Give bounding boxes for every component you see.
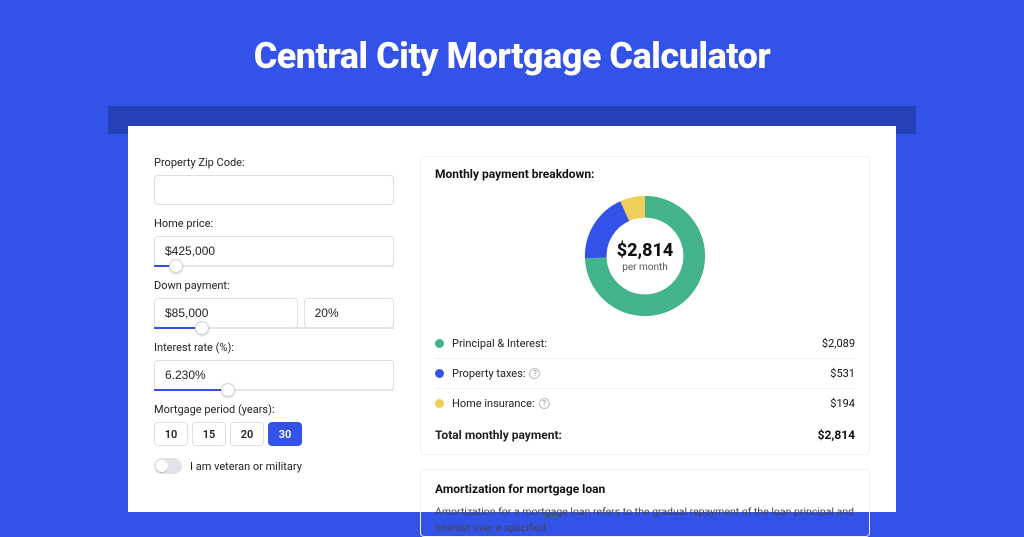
- zip-field: Property Zip Code:: [154, 156, 394, 205]
- legend-row: Property taxes:? $531: [435, 359, 855, 389]
- breakdown-card: Monthly payment breakdown: $2,814 per mo…: [420, 156, 870, 455]
- legend-dot: [435, 339, 444, 348]
- donut-sub: per month: [622, 262, 668, 273]
- slider-thumb[interactable]: [195, 321, 209, 335]
- zip-label: Property Zip Code:: [154, 156, 394, 169]
- down-payment-slider[interactable]: [154, 327, 394, 329]
- total-value: $2,814: [818, 428, 855, 442]
- mortgage-period-label: Mortgage period (years):: [154, 403, 394, 416]
- legend-row: Home insurance:? $194: [435, 389, 855, 418]
- donut-chart-wrap: $2,814 per month: [435, 191, 855, 321]
- home-price-slider[interactable]: [154, 265, 394, 267]
- mortgage-period-field: Mortgage period (years): 10152030: [154, 403, 394, 446]
- down-payment-percent-input[interactable]: [304, 298, 394, 328]
- info-icon[interactable]: ?: [539, 398, 550, 409]
- period-30-button[interactable]: 30: [268, 422, 302, 446]
- amortization-text: Amortization for a mortgage loan refers …: [435, 504, 855, 536]
- down-payment-label: Down payment:: [154, 279, 394, 292]
- amortization-title: Amortization for mortgage loan: [435, 482, 855, 496]
- inputs-column: Property Zip Code: Home price: Down paym…: [154, 156, 394, 512]
- donut-amount: $2,814: [617, 240, 674, 261]
- legend-label: Principal & Interest:: [452, 337, 547, 350]
- legend-row: Principal & Interest: $2,089: [435, 329, 855, 359]
- home-price-label: Home price:: [154, 217, 394, 230]
- breakdown-title: Monthly payment breakdown:: [435, 167, 855, 181]
- legend-value: $531: [830, 367, 855, 380]
- breakdown-legend: Principal & Interest: $2,089 Property taxe…: [435, 329, 855, 418]
- legend-label: Home insurance:: [452, 397, 535, 410]
- home-price-input[interactable]: [154, 236, 394, 266]
- period-20-button[interactable]: 20: [230, 422, 264, 446]
- total-row: Total monthly payment: $2,814: [435, 418, 855, 448]
- interest-rate-input[interactable]: [154, 360, 394, 390]
- veteran-label: I am veteran or military: [190, 460, 302, 473]
- down-payment-field: Down payment:: [154, 279, 394, 329]
- slider-thumb[interactable]: [169, 259, 183, 273]
- home-price-field: Home price:: [154, 217, 394, 267]
- interest-rate-label: Interest rate (%):: [154, 341, 394, 354]
- period-10-button[interactable]: 10: [154, 422, 188, 446]
- legend-dot: [435, 399, 444, 408]
- legend-dot: [435, 369, 444, 378]
- toggle-knob: [156, 460, 168, 472]
- slider-thumb[interactable]: [221, 383, 235, 397]
- interest-rate-slider[interactable]: [154, 389, 394, 391]
- down-payment-amount-input[interactable]: [154, 298, 298, 328]
- legend-label: Property taxes:: [452, 367, 525, 380]
- veteran-toggle-row: I am veteran or military: [154, 458, 394, 474]
- amortization-card: Amortization for mortgage loan Amortizat…: [420, 469, 870, 537]
- calculator-panel: Property Zip Code: Home price: Down paym…: [128, 126, 896, 512]
- total-label: Total monthly payment:: [435, 428, 562, 442]
- veteran-toggle[interactable]: [154, 458, 182, 474]
- breakdown-column: Monthly payment breakdown: $2,814 per mo…: [420, 156, 870, 512]
- page-title: Central City Mortgage Calculator: [0, 35, 1024, 77]
- legend-value: $194: [830, 397, 855, 410]
- donut-chart: $2,814 per month: [580, 191, 710, 321]
- interest-rate-field: Interest rate (%):: [154, 341, 394, 391]
- legend-value: $2,089: [822, 337, 855, 350]
- period-15-button[interactable]: 15: [192, 422, 226, 446]
- info-icon[interactable]: ?: [529, 368, 540, 379]
- zip-input[interactable]: [154, 175, 394, 205]
